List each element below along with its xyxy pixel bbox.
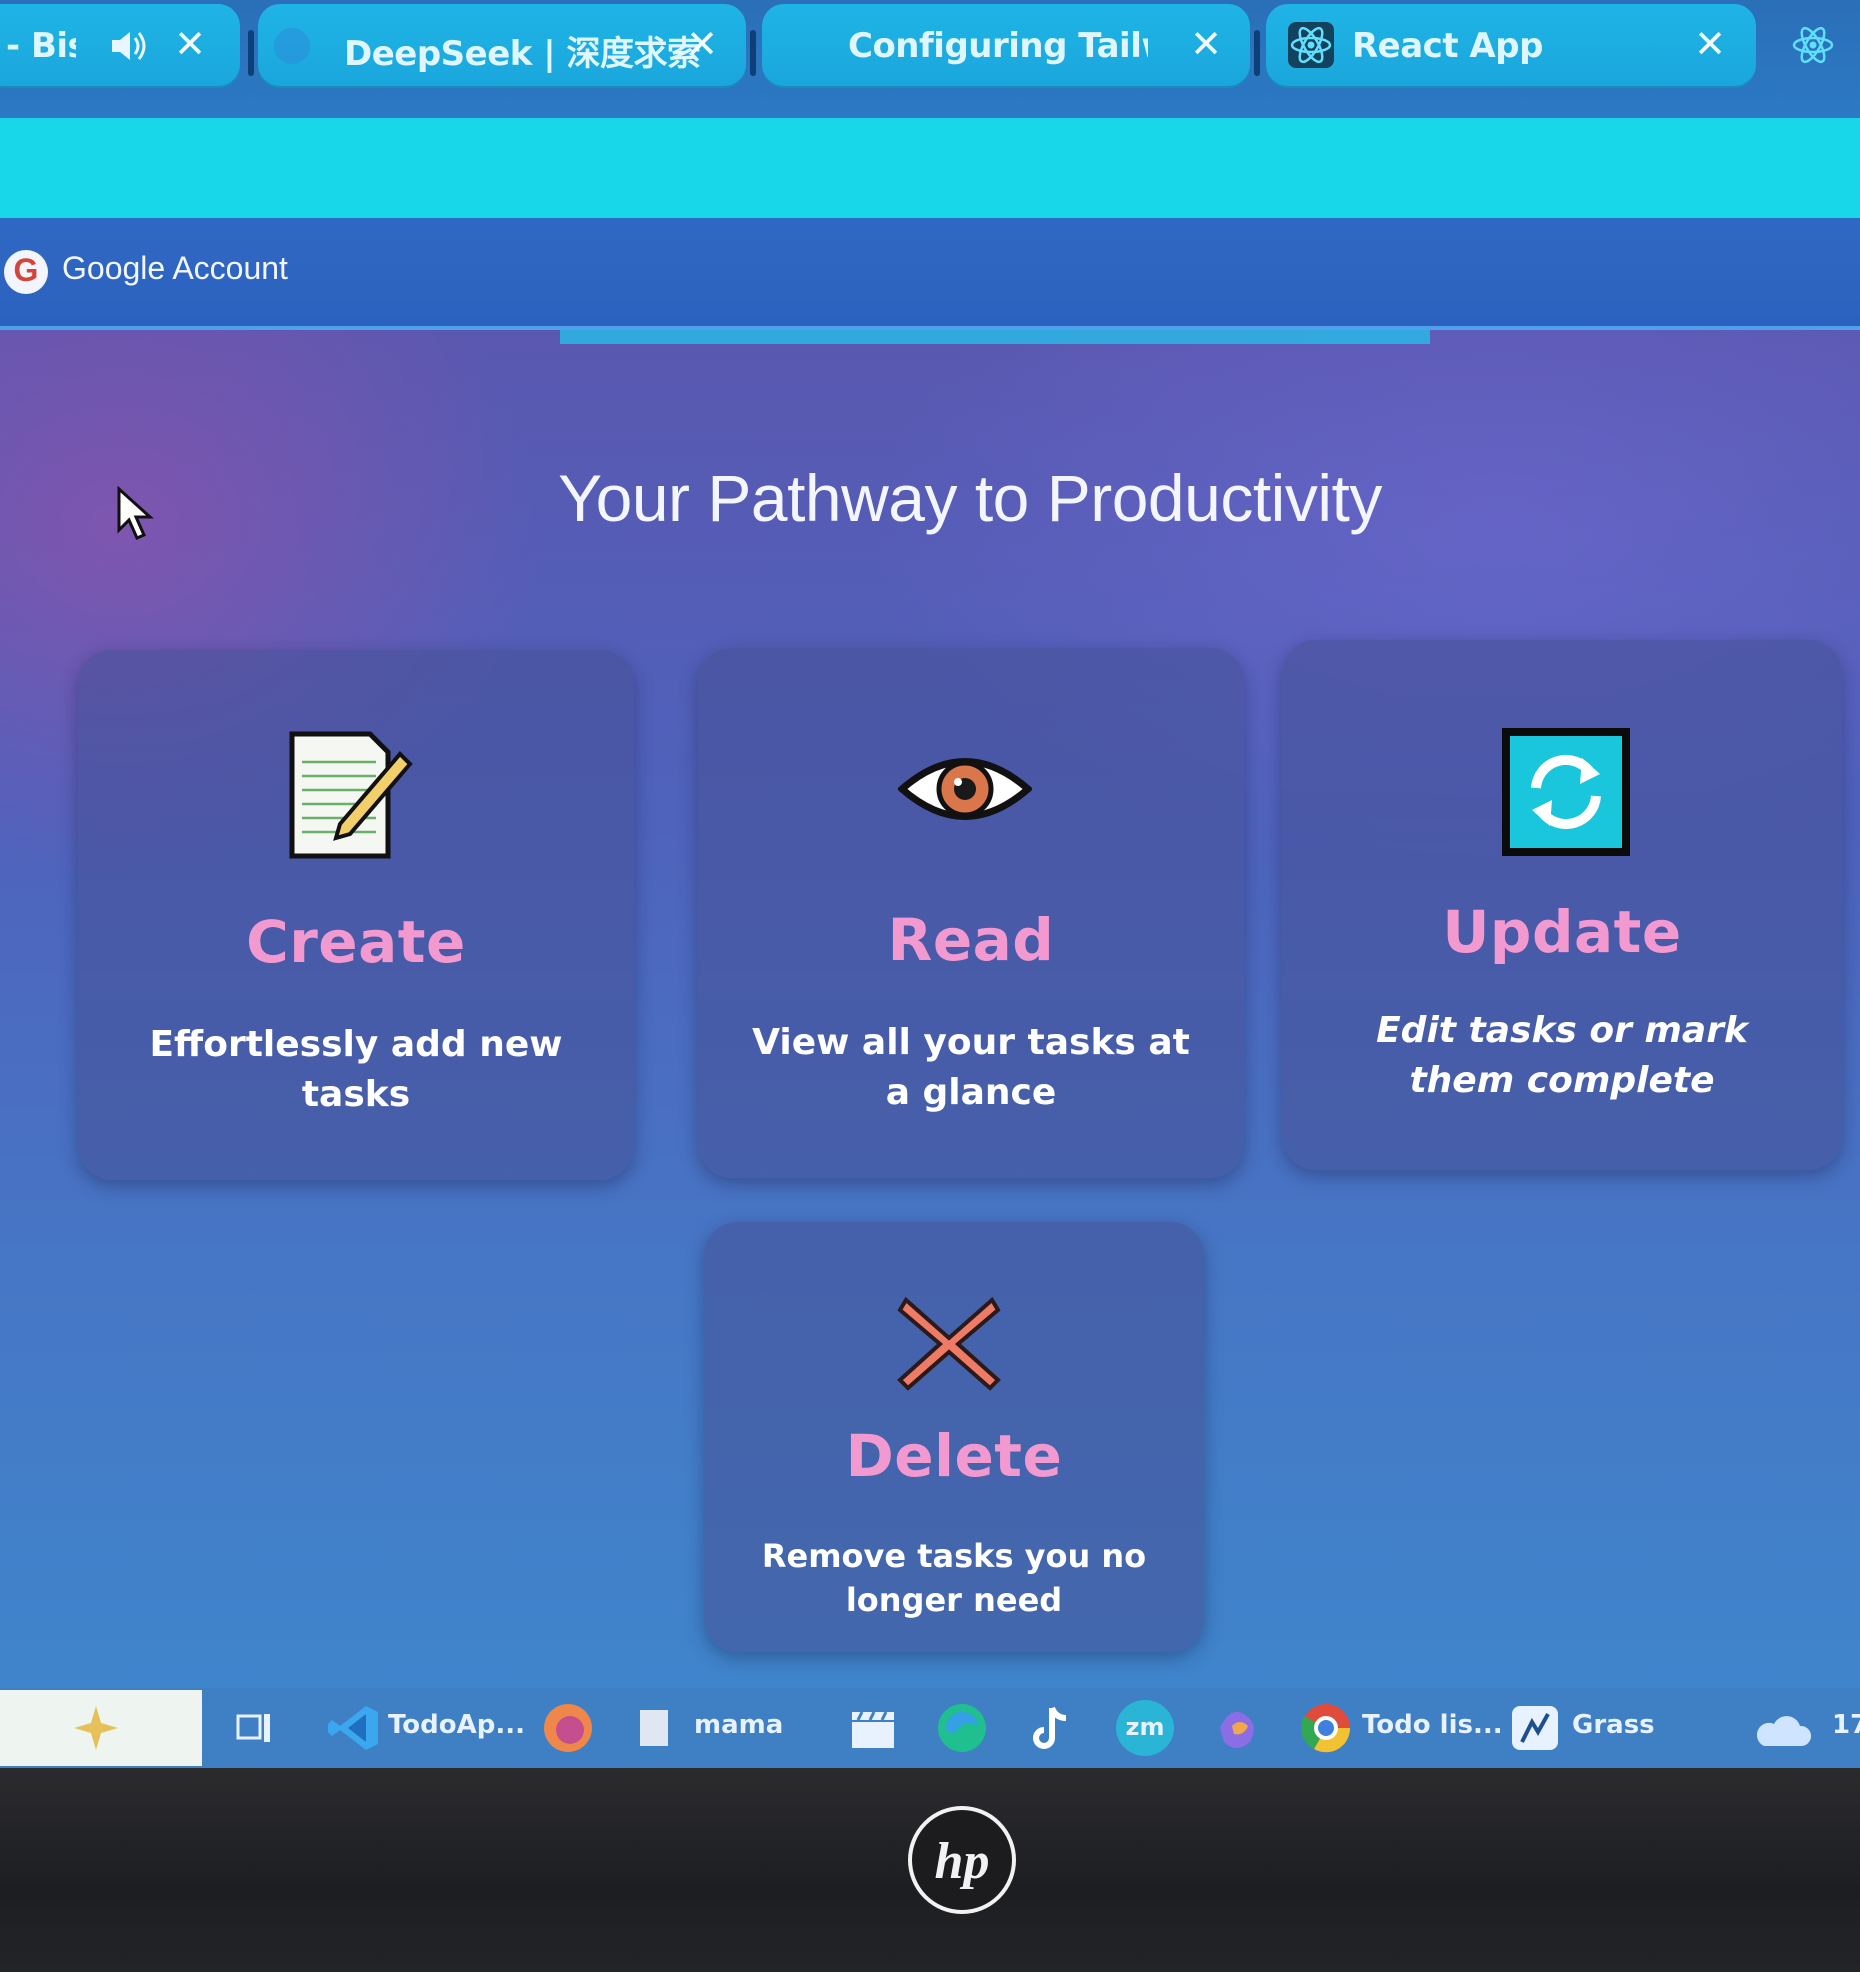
tab-label: DeepSeek | 深度求索: [344, 34, 701, 74]
card-read[interactable]: Read View all your tasks at a glance: [698, 648, 1244, 1178]
refresh-icon: [1502, 728, 1630, 856]
edge-icon[interactable]: [934, 1700, 990, 1756]
notepad-pencil-icon: [289, 731, 413, 859]
zoom-icon-label: zm: [1125, 1713, 1165, 1741]
notepad-icon[interactable]: [636, 1700, 672, 1756]
card-description-line: Remove tasks you no: [761, 1537, 1147, 1575]
page-title: Your Pathway to Productivity: [558, 461, 1382, 535]
bookmark-google-account[interactable]: Google Account: [62, 250, 288, 287]
tab-react-app[interactable]: React App ✕: [1266, 4, 1756, 88]
card-description-line: longer need: [845, 1581, 1063, 1619]
close-icon[interactable]: ✕: [170, 24, 210, 64]
sparkle-icon: [74, 1706, 118, 1750]
card-description-line: Edit tasks or mark: [1376, 1010, 1748, 1051]
taskbar-label[interactable]: mama: [694, 1710, 783, 1740]
google-g-letter: G: [13, 252, 39, 288]
firefox-icon[interactable]: [540, 1700, 596, 1756]
vscode-icon[interactable]: [326, 1700, 382, 1756]
card-description-line: a glance: [885, 1072, 1057, 1113]
zoom-icon[interactable]: zm: [1116, 1700, 1174, 1756]
close-icon[interactable]: ✕: [1690, 24, 1730, 64]
card-description-line: them complete: [1409, 1060, 1715, 1101]
grass-app-icon[interactable]: [1508, 1700, 1562, 1756]
tab-label: React App: [1352, 26, 1543, 66]
hp-logo: hp: [908, 1806, 1016, 1914]
chrome-icon[interactable]: [1298, 1700, 1354, 1756]
address-bar[interactable]: [0, 118, 1860, 218]
deepseek-favicon-icon: [274, 28, 310, 64]
card-title: Create: [246, 908, 466, 976]
clapperboard-icon[interactable]: [848, 1700, 898, 1756]
card-title: Read: [887, 906, 1055, 974]
tray-temperature[interactable]: 17: [1832, 1710, 1860, 1740]
task-view-icon[interactable]: [234, 1700, 274, 1756]
google-g-icon[interactable]: G: [4, 250, 48, 294]
react-logo-icon: [1288, 22, 1334, 68]
speaker-icon[interactable]: [108, 28, 148, 64]
tab-separator: [750, 30, 756, 76]
page-content: Your Pathway to Productivity Create Effo…: [0, 330, 1860, 1690]
taskbar-label[interactable]: Todo lis...: [1362, 1710, 1503, 1740]
card-description-line: View all your tasks at: [752, 1022, 1190, 1063]
card-description-line: Effortlessly add new: [149, 1024, 563, 1065]
tab-deepseek[interactable]: DeepSeek | 深度求索 ✕: [258, 4, 746, 88]
card-update[interactable]: Update Edit tasks or mark them complete: [1282, 640, 1842, 1170]
tab-separator: [1254, 30, 1260, 76]
hp-logo-text: hp: [934, 1833, 990, 1890]
cross-mark-icon: [897, 1296, 1001, 1391]
taskbar-label[interactable]: Grass: [1572, 1710, 1655, 1740]
card-description-line: tasks: [301, 1074, 411, 1115]
close-icon[interactable]: ✕: [682, 24, 722, 64]
card-delete[interactable]: Delete Remove tasks you no longer need: [704, 1222, 1204, 1652]
widgets-button[interactable]: [0, 1690, 202, 1766]
copilot-icon[interactable]: [1210, 1700, 1266, 1756]
eye-icon: [898, 758, 1032, 820]
tab-bis[interactable]: - Bis ✕: [0, 4, 240, 88]
tab-label: - Bis: [6, 26, 76, 66]
tiktok-icon[interactable]: [1030, 1700, 1076, 1756]
card-create[interactable]: Create Effortlessly add new tasks: [78, 650, 634, 1180]
weather-cloud-icon[interactable]: [1754, 1700, 1814, 1756]
react-logo-icon[interactable]: [1790, 22, 1836, 68]
taskbar-label[interactable]: TodoAp...: [388, 1710, 525, 1740]
card-title: Update: [1442, 898, 1682, 966]
tab-separator: [248, 30, 254, 76]
tab-configuring-tailwind[interactable]: Configuring Tailwind ✕: [762, 4, 1250, 88]
card-title: Delete: [845, 1422, 1063, 1490]
brand-heading-fragment: [560, 330, 1430, 344]
tab-label: Configuring Tailwind: [848, 26, 1148, 66]
close-icon[interactable]: ✕: [1186, 24, 1226, 64]
